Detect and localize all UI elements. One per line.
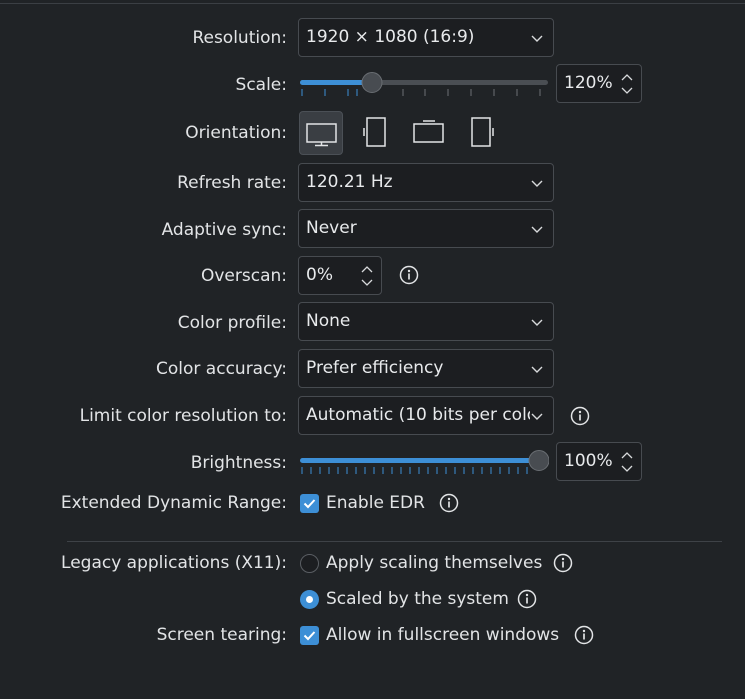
orientation-label: Orientation: [185, 123, 287, 143]
info-icon[interactable] [439, 493, 459, 513]
resolution-label: Resolution: [192, 28, 287, 48]
monitor-icon [306, 123, 337, 147]
edr-option-label[interactable]: Enable EDR [326, 492, 425, 514]
spin-arrows-icon [621, 74, 633, 94]
tearing-option-label[interactable]: Allow in fullscreen windows [326, 624, 559, 646]
orientation-landscape-button[interactable] [299, 111, 343, 155]
chevron-down-icon [531, 226, 543, 233]
refresh-rate-value: 120.21 Hz [306, 172, 393, 192]
monitor-flipped-icon [413, 120, 444, 143]
top-divider [0, 0, 745, 4]
monitor-portrait-right-icon [471, 117, 494, 147]
apply-scaling-label[interactable]: Apply scaling themselves [326, 552, 542, 574]
screen-tearing-label: Screen tearing: [156, 625, 287, 645]
info-icon[interactable] [517, 589, 537, 609]
info-icon[interactable] [574, 625, 594, 645]
limit-color-select[interactable]: Automatic (10 bits per colo [298, 396, 554, 435]
color-profile-value: None [306, 311, 351, 331]
info-icon[interactable] [399, 265, 419, 285]
checkmark-icon [303, 499, 316, 509]
info-icon[interactable] [553, 553, 573, 573]
tearing-checkbox[interactable] [300, 626, 319, 645]
scale-label: Scale: [235, 75, 287, 95]
adaptive-sync-label: Adaptive sync: [161, 220, 287, 240]
color-profile-label: Color profile: [177, 313, 287, 333]
chevron-down-icon [530, 409, 544, 423]
overscan-value: 0% [306, 265, 333, 285]
scale-slider[interactable] [299, 63, 549, 103]
orientation-flipped-button[interactable] [407, 111, 451, 155]
brightness-slider[interactable] [299, 441, 549, 481]
resolution-value: 1920 × 1080 (16:9) [306, 27, 475, 47]
limit-color-value: Automatic (10 bits per colo [306, 405, 538, 425]
chevron-down-icon [531, 35, 543, 42]
color-accuracy-select[interactable]: Prefer efficiency [298, 349, 554, 388]
chevron-down-icon [531, 366, 543, 373]
scale-spinbox[interactable]: 120% [556, 64, 642, 103]
legacy-apps-label: Legacy applications (X11): [61, 553, 287, 573]
spin-arrows-icon [361, 266, 373, 286]
limit-color-label: Limit color resolution to: [79, 406, 287, 426]
adaptive-sync-value: Never [306, 218, 357, 238]
scaled-by-system-label[interactable]: Scaled by the system [326, 588, 509, 610]
scale-value: 120% [564, 73, 613, 93]
edr-label: Extended Dynamic Range: [60, 493, 287, 513]
chevron-down-icon [531, 180, 543, 187]
brightness-spinbox[interactable]: 100% [556, 442, 642, 481]
refresh-rate-label: Refresh rate: [177, 173, 287, 193]
resolution-select[interactable]: 1920 × 1080 (16:9) [298, 18, 554, 57]
section-divider [67, 541, 722, 542]
spin-arrows-icon [621, 452, 633, 472]
edr-checkbox[interactable] [300, 494, 319, 513]
orientation-portrait-right-button[interactable] [460, 111, 504, 155]
apply-scaling-radio[interactable] [300, 554, 319, 573]
info-icon[interactable] [570, 406, 590, 426]
overscan-spinbox[interactable]: 0% [298, 256, 382, 295]
adaptive-sync-select[interactable]: Never [298, 209, 554, 248]
brightness-value: 100% [564, 451, 613, 471]
orientation-portrait-left-button[interactable] [353, 111, 397, 155]
chevron-down-icon [531, 319, 543, 326]
refresh-rate-select[interactable]: 120.21 Hz [298, 163, 554, 202]
brightness-label: Brightness: [190, 453, 287, 473]
color-profile-select[interactable]: None [298, 302, 554, 341]
color-accuracy-value: Prefer efficiency [306, 358, 444, 378]
scaled-by-system-radio[interactable] [300, 590, 319, 609]
overscan-label: Overscan: [200, 266, 287, 286]
color-accuracy-label: Color accuracy: [156, 359, 287, 379]
checkmark-icon [303, 631, 316, 641]
monitor-portrait-left-icon [363, 117, 386, 147]
